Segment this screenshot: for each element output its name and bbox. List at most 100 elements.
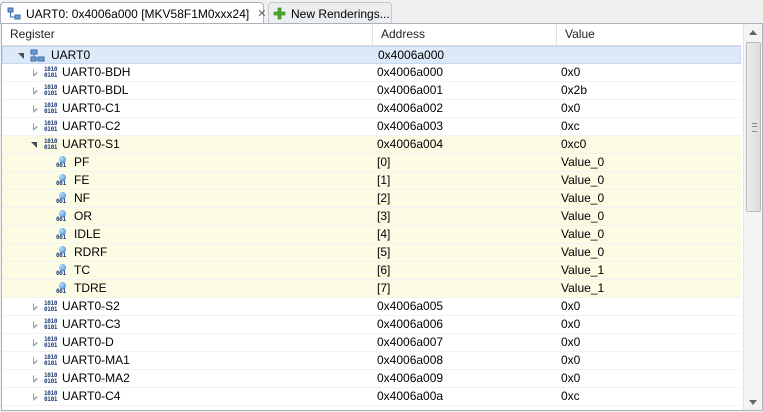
- register-bits-icon: 1010 0101: [44, 354, 58, 368]
- column-header-register[interactable]: Register: [2, 24, 373, 45]
- value-cell[interactable]: Value_0: [561, 190, 741, 207]
- value-cell[interactable]: 0xc: [561, 118, 741, 135]
- address-cell: 0x4006a003: [377, 119, 444, 133]
- address-cell: 0x4006a000: [377, 65, 444, 79]
- register-bits-icon: 1010 0101: [44, 66, 58, 80]
- collapsed-arrow-icon[interactable]: [30, 302, 40, 312]
- value-cell[interactable]: [562, 47, 742, 64]
- register-bits-icon: 1010 0101: [44, 84, 58, 98]
- value-cell[interactable]: 0xc0: [561, 136, 741, 153]
- collapsed-arrow-icon[interactable]: [30, 374, 40, 384]
- register-cell: 001 OR: [2, 208, 424, 225]
- table-row[interactable]: 001 OR [3] Value_0: [2, 208, 741, 226]
- value-cell[interactable]: 0x0: [561, 64, 741, 81]
- register-cell: 1010 0101 UART0-S2: [2, 298, 400, 315]
- address-cell: 0x4006a004: [377, 137, 444, 151]
- table-row[interactable]: 001 NF [2] Value_0: [2, 190, 741, 208]
- scroll-down-arrow[interactable]: [744, 394, 762, 410]
- collapsed-arrow-icon[interactable]: [30, 68, 40, 78]
- table-row[interactable]: 1010 0101 UART0-C2 0x4006a003 0xc: [2, 118, 741, 136]
- register-cell: 1010 0101 UART0-MA1: [2, 352, 400, 369]
- register-name: NF: [74, 191, 90, 205]
- register-cell: 1010 0101 UART0-D: [2, 334, 400, 351]
- close-icon[interactable]: ✕: [257, 7, 266, 20]
- table-row[interactable]: 1010 0101 UART0-BDH 0x4006a000 0x0: [2, 64, 741, 82]
- register-name: UART0-S2: [62, 299, 120, 313]
- value-cell[interactable]: Value_1: [561, 262, 741, 279]
- table-row[interactable]: 1010 0101 UART0-MA2 0x4006a009 0x0: [2, 370, 741, 388]
- column-header-value[interactable]: Value: [557, 24, 741, 45]
- register-cell: 001 PF: [2, 154, 424, 171]
- register-table[interactable]: Register Address Value UART0 0x4006a000 10…: [1, 24, 763, 411]
- value-cell[interactable]: Value_0: [561, 172, 741, 189]
- peripheral-icon: [7, 7, 21, 21]
- value-cell[interactable]: 0x0: [561, 334, 741, 351]
- table-row[interactable]: 1010 0101 UART0-BDL 0x4006a001 0x2b: [2, 82, 741, 100]
- value-cell[interactable]: Value_0: [561, 244, 741, 261]
- table-row[interactable]: 1010 0101 UART0-C3 0x4006a006 0x0: [2, 316, 741, 334]
- bitfield-bits: 001: [56, 251, 66, 259]
- address-cell: 0x4006a006: [377, 317, 444, 331]
- table-row[interactable]: 001 PF [0] Value_0: [2, 154, 741, 172]
- collapsed-arrow-icon[interactable]: [30, 86, 40, 96]
- register-name: IDLE: [74, 227, 101, 241]
- scroll-thumb[interactable]: [746, 42, 761, 212]
- expanded-arrow-icon[interactable]: [30, 140, 40, 150]
- collapsed-arrow-icon[interactable]: [30, 356, 40, 366]
- expanded-arrow-icon[interactable]: [17, 51, 27, 61]
- table-row[interactable]: 001 IDLE [4] Value_0: [2, 226, 741, 244]
- value-cell[interactable]: 0x0: [561, 370, 741, 387]
- table-body: UART0 0x4006a000 1010 0101 UART0-BDH 0x4006a0…: [2, 46, 741, 406]
- tab-uart0-memory[interactable]: UART0: 0x4006a000 [MKV58F1M0xxx24] ✕: [0, 2, 266, 24]
- vertical-scrollbar[interactable]: [743, 24, 762, 410]
- bitfield-bits: 001: [56, 269, 66, 277]
- register-name: UART0-C4: [62, 389, 121, 403]
- table-row[interactable]: 1010 0101 UART0-D 0x4006a007 0x0: [2, 334, 741, 352]
- tab-label: UART0: 0x4006a000 [MKV58F1M0xxx24]: [26, 6, 250, 21]
- collapsed-arrow-icon[interactable]: [30, 104, 40, 114]
- value-cell[interactable]: 0x0: [561, 100, 741, 117]
- register-name: OR: [74, 209, 92, 223]
- register-name: UART0-C3: [62, 317, 121, 331]
- bitfield-bits: 001: [56, 179, 66, 187]
- value-cell[interactable]: 0x0: [561, 316, 741, 333]
- register-name: UART0-BDH: [62, 65, 131, 79]
- register-name: UART0-BDL: [62, 83, 129, 97]
- table-row[interactable]: 001 TDRE [7] Value_1: [2, 280, 741, 298]
- collapsed-arrow-icon[interactable]: [30, 338, 40, 348]
- table-row[interactable]: 1010 0101 UART0-S1 0x4006a004 0xc0: [2, 136, 741, 154]
- value-cell[interactable]: 0x2b: [561, 82, 741, 99]
- new-renderings-tab[interactable]: New Renderings...: [268, 2, 392, 24]
- value-cell[interactable]: 0x0: [561, 352, 741, 369]
- register-bits-icon: 1010 0101: [44, 300, 58, 314]
- collapsed-arrow-icon[interactable]: [30, 320, 40, 330]
- table-row[interactable]: 1010 0101 UART0-S2 0x4006a005 0x0: [2, 298, 741, 316]
- value-cell[interactable]: Value_0: [561, 208, 741, 225]
- register-name: UART0-MA1: [62, 353, 130, 367]
- register-cell: 1010 0101 UART0-S1: [2, 136, 400, 153]
- register-bits-icon: 1010 0101: [44, 138, 58, 152]
- table-row[interactable]: UART0 0x4006a000: [2, 46, 741, 64]
- register-name: FE: [74, 173, 90, 187]
- table-row[interactable]: 001 RDRF [5] Value_0: [2, 244, 741, 262]
- collapsed-arrow-icon[interactable]: [30, 392, 40, 402]
- address-cell: 0x4006a002: [377, 101, 444, 115]
- address-cell: [7]: [377, 281, 391, 295]
- table-row[interactable]: 001 FE [1] Value_0: [2, 172, 741, 190]
- collapsed-arrow-icon[interactable]: [30, 122, 40, 132]
- value-cell[interactable]: 0xc: [561, 388, 741, 405]
- register-cell: 001 IDLE: [2, 226, 424, 243]
- value-cell[interactable]: 0x0: [561, 298, 741, 315]
- value-cell[interactable]: Value_1: [561, 280, 741, 297]
- table-row[interactable]: 001 TC [6] Value_1: [2, 262, 741, 280]
- table-row[interactable]: 1010 0101 UART0-C4 0x4006a00a 0xc: [2, 388, 741, 406]
- value-cell[interactable]: Value_0: [561, 226, 741, 243]
- table-row[interactable]: 1010 0101 UART0-MA1 0x4006a008 0x0: [2, 352, 741, 370]
- value-cell[interactable]: Value_0: [561, 154, 741, 171]
- bitfield-icon: 001: [56, 191, 68, 206]
- column-header-address[interactable]: Address: [373, 24, 557, 45]
- scroll-up-arrow[interactable]: [744, 24, 762, 40]
- address-cell: [5]: [377, 245, 391, 259]
- register-cell: 001 TDRE: [2, 280, 424, 297]
- table-row[interactable]: 1010 0101 UART0-C1 0x4006a002 0x0: [2, 100, 741, 118]
